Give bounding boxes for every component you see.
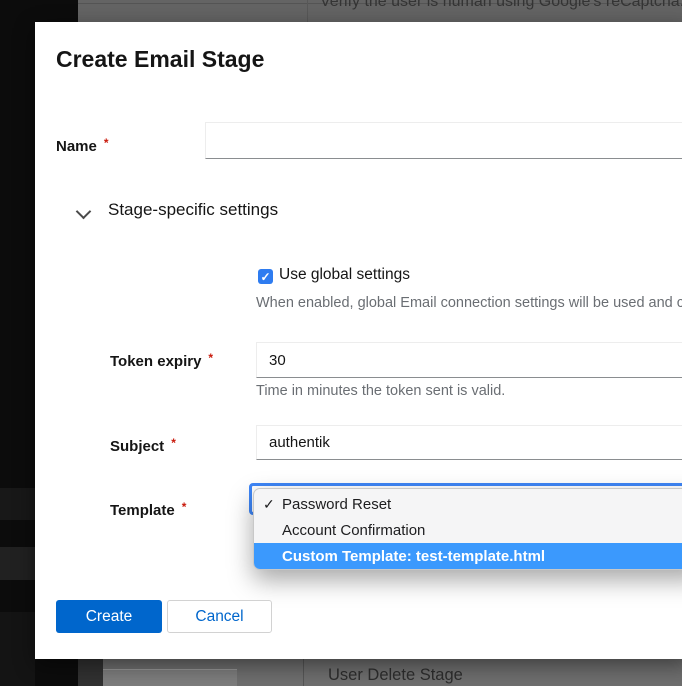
check-icon: ✓	[263, 496, 282, 513]
background-row-text: User Delete Stage	[328, 666, 463, 685]
sidebar-item-dimmed	[0, 547, 35, 580]
required-asterisk: *	[208, 351, 213, 365]
use-global-settings-checkbox[interactable]: ✓	[258, 269, 273, 284]
chevron-down-icon[interactable]	[76, 204, 92, 220]
token-expiry-input[interactable]	[256, 342, 682, 378]
menu-item-account-confirmation[interactable]: Account Confirmation	[254, 517, 682, 543]
subject-input[interactable]	[256, 425, 682, 460]
background-table-cell	[103, 669, 237, 686]
subject-label: Subject*	[110, 436, 176, 455]
use-global-settings-help: When enabled, global Email connection se…	[256, 295, 682, 311]
table-column-divider	[303, 659, 304, 686]
screen: Verify the user is human using Google's …	[0, 0, 682, 686]
use-global-settings-label[interactable]: Use global settings	[279, 266, 410, 284]
token-expiry-label: Token expiry*	[110, 351, 213, 370]
sidebar-item-dimmed	[0, 488, 35, 520]
required-asterisk: *	[104, 136, 109, 150]
modal-title: Create Email Stage	[56, 46, 264, 73]
stage-specific-settings-toggle[interactable]: Stage-specific settings	[108, 200, 278, 220]
required-asterisk: *	[171, 436, 176, 450]
name-label: Name*	[56, 136, 109, 155]
menu-item-password-reset[interactable]: ✓ Password Reset	[254, 491, 682, 517]
sidebar-item-dimmed	[0, 612, 35, 686]
table-column-divider	[307, 0, 308, 22]
name-input[interactable]	[205, 122, 682, 159]
background-edge	[78, 659, 103, 686]
template-dropdown-menu: ✓ Password Reset Account Confirmation Cu…	[253, 488, 682, 570]
background-row-text: Verify the user is human using Google's …	[320, 0, 682, 11]
menu-item-custom-template[interactable]: Custom Template: test-template.html	[254, 543, 682, 569]
check-icon: ✓	[260, 271, 270, 283]
token-expiry-help: Time in minutes the token sent is valid.	[256, 383, 505, 399]
create-email-stage-modal: Create Email Stage Name* Stage-specific …	[35, 22, 682, 659]
background-table-row-top: Verify the user is human using Google's …	[78, 0, 682, 22]
create-button[interactable]: Create	[56, 600, 162, 633]
template-label: Template*	[110, 500, 186, 519]
required-asterisk: *	[182, 500, 187, 514]
cancel-button[interactable]: Cancel	[167, 600, 272, 633]
